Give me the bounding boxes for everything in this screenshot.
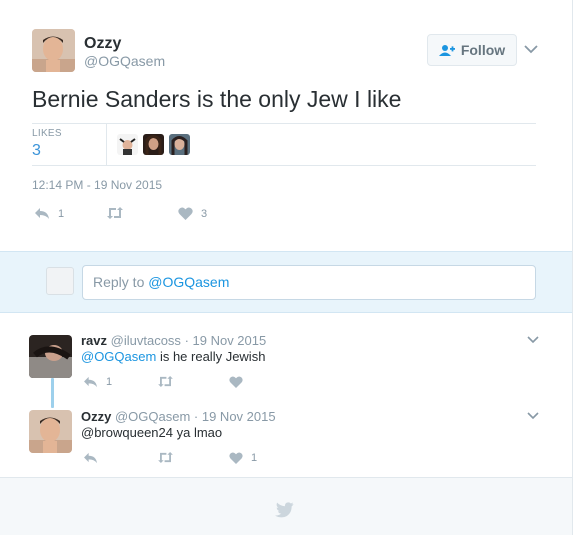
tweet-timestamp[interactable]: 12:14 PM - 19 Nov 2015 bbox=[32, 178, 162, 192]
reply-placeholder: Reply to bbox=[93, 274, 149, 290]
reply-icon bbox=[83, 376, 98, 388]
user-avatar-placeholder bbox=[46, 267, 74, 295]
reply-placeholder-mention: @OGQasem bbox=[148, 274, 230, 290]
reply-author-handle[interactable]: @iluvtacoss bbox=[111, 333, 181, 348]
heart-icon bbox=[178, 207, 193, 220]
follow-button[interactable]: Follow bbox=[427, 34, 517, 66]
reply-body: @browqueen24 ya lmao bbox=[81, 425, 223, 440]
reply-icon bbox=[34, 207, 50, 220]
chevron-down-icon[interactable] bbox=[526, 409, 540, 421]
reply-avatar[interactable] bbox=[29, 335, 72, 378]
divider bbox=[32, 165, 536, 166]
liker-avatar[interactable] bbox=[169, 134, 190, 155]
heart-icon bbox=[229, 452, 243, 464]
heart-icon bbox=[229, 376, 243, 388]
reply-count: 1 bbox=[58, 207, 65, 220]
reply-author-name[interactable]: ravz bbox=[81, 333, 107, 348]
likes-label: LIKES bbox=[32, 128, 62, 139]
like-action[interactable]: 3 bbox=[178, 207, 207, 220]
reply-date[interactable]: · 19 Nov 2015 bbox=[194, 409, 276, 424]
divider bbox=[32, 123, 536, 124]
reply-icon bbox=[83, 452, 98, 464]
author-name[interactable]: Ozzy bbox=[84, 35, 121, 53]
twitter-bird-icon[interactable] bbox=[274, 502, 294, 523]
retweet-icon bbox=[157, 376, 174, 387]
reply-date[interactable]: · 19 Nov 2015 bbox=[185, 333, 267, 348]
like-count: 3 bbox=[201, 207, 208, 220]
reply-action[interactable]: 1 bbox=[83, 376, 112, 388]
thread-connector bbox=[51, 378, 54, 408]
reply-header: ravz @iluvtacoss · 19 Nov 2015 bbox=[81, 333, 266, 348]
reply-text: @browqueen24 ya lmao bbox=[81, 425, 222, 440]
tweet-text: Bernie Sanders is the only Jew I like bbox=[32, 86, 402, 112]
likes-count[interactable]: 3 bbox=[32, 142, 41, 160]
tweet-embed-frame: Ozzy @OGQasem Follow Bernie Sanders is t… bbox=[0, 0, 573, 535]
divider bbox=[106, 124, 107, 165]
like-action[interactable]: 1 bbox=[229, 452, 257, 464]
like-action[interactable] bbox=[229, 376, 251, 388]
reply-count: 1 bbox=[106, 376, 113, 388]
reply-action[interactable] bbox=[83, 452, 106, 464]
reply-action[interactable]: 1 bbox=[34, 207, 64, 220]
reply-mention[interactable]: @OGQasem bbox=[81, 349, 156, 364]
reply-body: is he really Jewish bbox=[156, 349, 266, 364]
author-avatar[interactable] bbox=[32, 29, 75, 72]
reply-text: @OGQasem is he really Jewish bbox=[81, 349, 265, 364]
author-handle[interactable]: @OGQasem bbox=[84, 53, 165, 69]
reply-header: Ozzy @OGQasem · 19 Nov 2015 bbox=[81, 409, 276, 424]
retweet-action[interactable] bbox=[157, 452, 174, 463]
retweet-action[interactable] bbox=[157, 376, 174, 387]
add-user-icon bbox=[438, 44, 455, 57]
liker-avatar[interactable] bbox=[117, 134, 138, 155]
liker-avatar[interactable] bbox=[143, 134, 164, 155]
follow-button-label: Follow bbox=[460, 42, 506, 58]
retweet-icon bbox=[157, 452, 174, 463]
retweet-action[interactable] bbox=[106, 207, 124, 219]
like-count: 1 bbox=[251, 452, 258, 464]
reply-input[interactable]: Reply to @OGQasem bbox=[82, 265, 536, 300]
chevron-down-icon[interactable] bbox=[523, 42, 539, 56]
reply-avatar[interactable] bbox=[29, 410, 72, 453]
retweet-icon bbox=[106, 207, 124, 219]
reply-author-handle[interactable]: @OGQasem bbox=[115, 409, 190, 424]
reply-author-name[interactable]: Ozzy bbox=[81, 409, 111, 424]
chevron-down-icon[interactable] bbox=[526, 333, 540, 345]
